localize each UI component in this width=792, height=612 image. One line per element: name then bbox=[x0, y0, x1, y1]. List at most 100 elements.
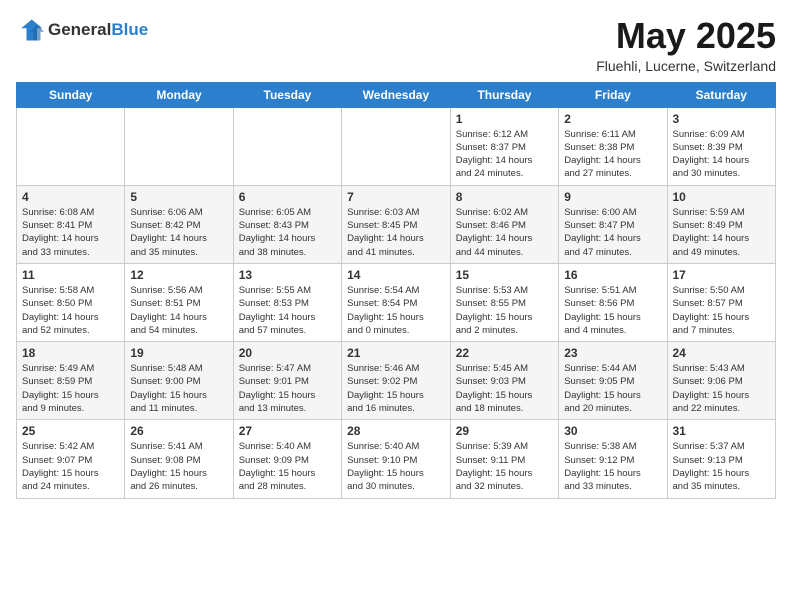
day-number: 4 bbox=[22, 190, 119, 204]
calendar-cell: 20 Sunrise: 5:47 AM Sunset: 9:01 PM Dayli… bbox=[233, 342, 341, 420]
calendar-cell: 12Sunrise: 5:56 AM Sunset: 8:51 PM Dayli… bbox=[125, 263, 233, 341]
day-info: Sunrise: 6:02 AM Sunset: 8:46 PM Dayligh… bbox=[456, 206, 553, 259]
calendar-cell bbox=[233, 107, 341, 185]
day-info: Sunrise: 6:03 AM Sunset: 8:45 PM Dayligh… bbox=[347, 206, 445, 259]
day-number: 10 bbox=[673, 190, 771, 204]
day-info: Sunrise: 6:11 AM Sunset: 8:38 PM Dayligh… bbox=[564, 128, 661, 181]
day-number: 25 bbox=[22, 424, 119, 438]
day-info: Sunrise: 5:42 AM Sunset: 9:07 PM Dayligh… bbox=[22, 440, 119, 493]
calendar-cell: 8 Sunrise: 6:02 AM Sunset: 8:46 PM Daylig… bbox=[450, 185, 558, 263]
calendar-cell: 15 Sunrise: 5:53 AM Sunset: 8:55 PM Dayli… bbox=[450, 263, 558, 341]
weekday-header: Thursday bbox=[450, 82, 558, 107]
weekday-header: Friday bbox=[559, 82, 667, 107]
day-number: 31 bbox=[673, 424, 771, 438]
calendar-cell: 31Sunrise: 5:37 AM Sunset: 9:13 PM Dayli… bbox=[667, 420, 776, 498]
day-info: Sunrise: 5:40 AM Sunset: 9:10 PM Dayligh… bbox=[347, 440, 445, 493]
calendar-cell: 19Sunrise: 5:48 AM Sunset: 9:00 PM Dayli… bbox=[125, 342, 233, 420]
day-info: Sunrise: 6:12 AM Sunset: 8:37 PM Dayligh… bbox=[456, 128, 553, 181]
logo-general: General bbox=[48, 20, 111, 39]
calendar-cell: 13 Sunrise: 5:55 AM Sunset: 8:53 PM Dayli… bbox=[233, 263, 341, 341]
weekday-header: Tuesday bbox=[233, 82, 341, 107]
calendar-subtitle: Fluehli, Lucerne, Switzerland bbox=[596, 58, 776, 74]
calendar-cell: 7Sunrise: 6:03 AM Sunset: 8:45 PM Daylig… bbox=[342, 185, 451, 263]
day-info: Sunrise: 5:47 AM Sunset: 9:01 PM Dayligh… bbox=[239, 362, 336, 415]
day-number: 20 bbox=[239, 346, 336, 360]
calendar-title: May 2025 bbox=[596, 16, 776, 56]
day-info: Sunrise: 5:45 AM Sunset: 9:03 PM Dayligh… bbox=[456, 362, 553, 415]
day-info: Sunrise: 5:49 AM Sunset: 8:59 PM Dayligh… bbox=[22, 362, 119, 415]
day-info: Sunrise: 6:00 AM Sunset: 8:47 PM Dayligh… bbox=[564, 206, 661, 259]
day-number: 18 bbox=[22, 346, 119, 360]
logo-icon bbox=[16, 16, 44, 44]
day-number: 5 bbox=[130, 190, 227, 204]
day-number: 9 bbox=[564, 190, 661, 204]
day-number: 13 bbox=[239, 268, 336, 282]
calendar-cell: 18 Sunrise: 5:49 AM Sunset: 8:59 PM Dayli… bbox=[17, 342, 125, 420]
day-info: Sunrise: 5:48 AM Sunset: 9:00 PM Dayligh… bbox=[130, 362, 227, 415]
calendar-week: 4Sunrise: 6:08 AM Sunset: 8:41 PM Daylig… bbox=[17, 185, 776, 263]
day-info: Sunrise: 5:51 AM Sunset: 8:56 PM Dayligh… bbox=[564, 284, 661, 337]
calendar-header-row: SundayMondayTuesdayWednesdayThursdayFrid… bbox=[17, 82, 776, 107]
calendar-cell bbox=[17, 107, 125, 185]
day-number: 8 bbox=[456, 190, 553, 204]
calendar-cell: 2Sunrise: 6:11 AM Sunset: 8:38 PM Daylig… bbox=[559, 107, 667, 185]
calendar-cell: 14 Sunrise: 5:54 AM Sunset: 8:54 PM Dayli… bbox=[342, 263, 451, 341]
calendar-cell bbox=[342, 107, 451, 185]
calendar-cell: 23 Sunrise: 5:44 AM Sunset: 9:05 PM Dayli… bbox=[559, 342, 667, 420]
day-number: 17 bbox=[673, 268, 771, 282]
day-number: 16 bbox=[564, 268, 661, 282]
day-info: Sunrise: 6:05 AM Sunset: 8:43 PM Dayligh… bbox=[239, 206, 336, 259]
logo-blue: Blue bbox=[111, 20, 148, 39]
day-number: 21 bbox=[347, 346, 445, 360]
calendar-cell: 3 Sunrise: 6:09 AM Sunset: 8:39 PM Daylig… bbox=[667, 107, 776, 185]
calendar-cell: 30Sunrise: 5:38 AM Sunset: 9:12 PM Dayli… bbox=[559, 420, 667, 498]
day-info: Sunrise: 5:59 AM Sunset: 8:49 PM Dayligh… bbox=[673, 206, 771, 259]
day-info: Sunrise: 5:55 AM Sunset: 8:53 PM Dayligh… bbox=[239, 284, 336, 337]
day-number: 28 bbox=[347, 424, 445, 438]
calendar-cell bbox=[125, 107, 233, 185]
day-number: 23 bbox=[564, 346, 661, 360]
calendar-cell: 4Sunrise: 6:08 AM Sunset: 8:41 PM Daylig… bbox=[17, 185, 125, 263]
day-number: 30 bbox=[564, 424, 661, 438]
calendar-header: GeneralBlue May 2025 Fluehli, Lucerne, S… bbox=[16, 16, 776, 74]
calendar-cell: 29 Sunrise: 5:39 AM Sunset: 9:11 PM Dayli… bbox=[450, 420, 558, 498]
calendar-cell: 16 Sunrise: 5:51 AM Sunset: 8:56 PM Dayli… bbox=[559, 263, 667, 341]
calendar-cell: 6 Sunrise: 6:05 AM Sunset: 8:43 PM Daylig… bbox=[233, 185, 341, 263]
calendar-cell: 25 Sunrise: 5:42 AM Sunset: 9:07 PM Dayli… bbox=[17, 420, 125, 498]
day-number: 14 bbox=[347, 268, 445, 282]
calendar-cell: 17Sunrise: 5:50 AM Sunset: 8:57 PM Dayli… bbox=[667, 263, 776, 341]
day-number: 3 bbox=[673, 112, 771, 126]
day-info: Sunrise: 6:09 AM Sunset: 8:39 PM Dayligh… bbox=[673, 128, 771, 181]
day-number: 15 bbox=[456, 268, 553, 282]
calendar-week: 11 Sunrise: 5:58 AM Sunset: 8:50 PM Dayli… bbox=[17, 263, 776, 341]
day-info: Sunrise: 5:39 AM Sunset: 9:11 PM Dayligh… bbox=[456, 440, 553, 493]
day-number: 24 bbox=[673, 346, 771, 360]
calendar-table: SundayMondayTuesdayWednesdayThursdayFrid… bbox=[16, 82, 776, 499]
day-number: 6 bbox=[239, 190, 336, 204]
weekday-header: Wednesday bbox=[342, 82, 451, 107]
day-info: Sunrise: 5:58 AM Sunset: 8:50 PM Dayligh… bbox=[22, 284, 119, 337]
day-number: 29 bbox=[456, 424, 553, 438]
calendar-cell: 5 Sunrise: 6:06 AM Sunset: 8:42 PM Daylig… bbox=[125, 185, 233, 263]
calendar-cell: 10 Sunrise: 5:59 AM Sunset: 8:49 PM Dayli… bbox=[667, 185, 776, 263]
day-info: Sunrise: 6:06 AM Sunset: 8:42 PM Dayligh… bbox=[130, 206, 227, 259]
calendar-cell: 28 Sunrise: 5:40 AM Sunset: 9:10 PM Dayli… bbox=[342, 420, 451, 498]
day-info: Sunrise: 5:44 AM Sunset: 9:05 PM Dayligh… bbox=[564, 362, 661, 415]
calendar-cell: 27Sunrise: 5:40 AM Sunset: 9:09 PM Dayli… bbox=[233, 420, 341, 498]
calendar-cell: 22Sunrise: 5:45 AM Sunset: 9:03 PM Dayli… bbox=[450, 342, 558, 420]
day-info: Sunrise: 5:54 AM Sunset: 8:54 PM Dayligh… bbox=[347, 284, 445, 337]
calendar-cell: 1Sunrise: 6:12 AM Sunset: 8:37 PM Daylig… bbox=[450, 107, 558, 185]
day-info: Sunrise: 5:40 AM Sunset: 9:09 PM Dayligh… bbox=[239, 440, 336, 493]
calendar-cell: 21 Sunrise: 5:46 AM Sunset: 9:02 PM Dayli… bbox=[342, 342, 451, 420]
day-number: 11 bbox=[22, 268, 119, 282]
day-info: Sunrise: 5:56 AM Sunset: 8:51 PM Dayligh… bbox=[130, 284, 227, 337]
weekday-header: Monday bbox=[125, 82, 233, 107]
logo-text: GeneralBlue bbox=[48, 21, 148, 40]
day-info: Sunrise: 5:46 AM Sunset: 9:02 PM Dayligh… bbox=[347, 362, 445, 415]
calendar-cell: 24 Sunrise: 5:43 AM Sunset: 9:06 PM Dayli… bbox=[667, 342, 776, 420]
weekday-header: Saturday bbox=[667, 82, 776, 107]
day-info: Sunrise: 5:53 AM Sunset: 8:55 PM Dayligh… bbox=[456, 284, 553, 337]
day-info: Sunrise: 5:43 AM Sunset: 9:06 PM Dayligh… bbox=[673, 362, 771, 415]
calendar-cell: 9 Sunrise: 6:00 AM Sunset: 8:47 PM Daylig… bbox=[559, 185, 667, 263]
day-info: Sunrise: 5:41 AM Sunset: 9:08 PM Dayligh… bbox=[130, 440, 227, 493]
